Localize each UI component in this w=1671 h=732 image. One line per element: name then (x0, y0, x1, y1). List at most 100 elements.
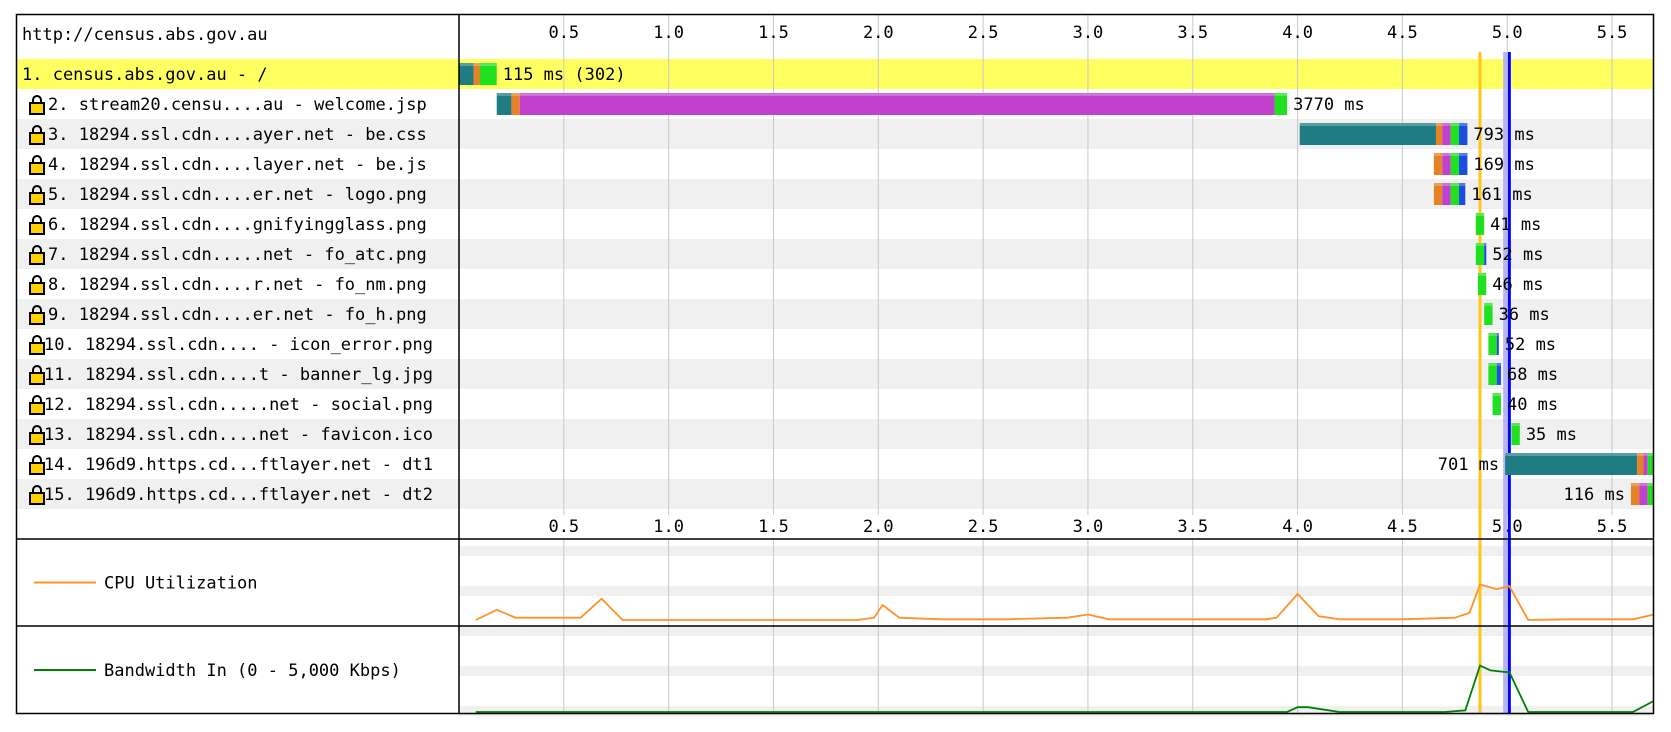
duration-label: 701 ms (1438, 455, 1499, 475)
duration-label: 46 ms (1492, 275, 1543, 295)
bar-segment-wait (1450, 183, 1460, 205)
lock-icon (32, 275, 42, 283)
bar-segment-download (1496, 333, 1499, 355)
bar-segment-shine (1450, 123, 1460, 126)
tick-label-bottom: 1.0 (653, 517, 684, 537)
bar-segment-shine (1433, 183, 1443, 186)
bar-segment-wait (1488, 363, 1497, 385)
tick-label-bottom: 2.0 (863, 517, 894, 537)
lock-icon-body (29, 132, 45, 145)
tick-label-top: 5.0 (1492, 23, 1523, 43)
lock-icon-body (29, 432, 45, 445)
bar-segment-dns (1505, 453, 1638, 475)
waterfall-chart: 0.5 0.5 1.0 1.0 1.5 1.5 2.0 2.0 2.5 2.5 3.0 3.0 3.5 3… (15, 13, 1655, 716)
bar-segment-shine (1643, 453, 1648, 456)
duration-label: 52 ms (1505, 335, 1556, 355)
lock-icon-body (29, 282, 45, 295)
graph-stripe (459, 626, 1654, 636)
bar-segment-wait (1475, 213, 1485, 235)
bar-segment-shine (1484, 243, 1487, 246)
tick-label-top: 4.5 (1387, 23, 1418, 43)
request-label: 8. 18294.ssl.cdn....r.net - fo_nm.png (48, 275, 427, 295)
bar-segment-shine (1442, 153, 1451, 156)
bar-segment-shine (496, 93, 512, 96)
bar-segment-shine (1459, 153, 1468, 156)
bar-segment-ssl (1442, 123, 1451, 145)
tick-label-top: 3.0 (1073, 23, 1104, 43)
bar-segment-download (1459, 183, 1466, 205)
bar-segment-shine (1475, 243, 1485, 246)
bar-segment-download (1459, 123, 1468, 145)
bar-segment-shine (473, 63, 480, 66)
bar-segment-shine (1484, 303, 1493, 306)
bar-segment-shine (1511, 423, 1520, 426)
request-label: 5. 18294.ssl.cdn....er.net - logo.png (48, 185, 427, 205)
request-label: 12. 18294.ssl.cdn.....net - social.png (44, 395, 433, 415)
bar-segment-shine (1450, 153, 1460, 156)
request-label: 13. 18294.ssl.cdn....net - favicon.ico (44, 425, 433, 445)
tick-label-bottom: 3.5 (1177, 517, 1208, 537)
request-label: 10. 18294.ssl.cdn.... - icon_error.png (44, 335, 433, 355)
tick-label-top: 1.5 (758, 23, 789, 43)
lock-icon (32, 395, 42, 403)
bar-segment-wait (1477, 273, 1487, 295)
lock-icon (32, 455, 42, 463)
request-label: 2. stream20.censu....au - welcome.jsp (48, 95, 427, 115)
bar-segment-dns (459, 63, 474, 85)
bar-segment-wait (1274, 93, 1288, 115)
bar-segment-shine (1639, 483, 1648, 486)
bar-segment-wait (1484, 303, 1493, 325)
bar-segment-shine (1488, 333, 1497, 336)
bar-segment-connect (1433, 183, 1443, 205)
tick-label-bottom: 1.5 (758, 517, 789, 537)
bar-segment-shine (1442, 123, 1451, 126)
request-label: 7. 18294.ssl.cdn.....net - fo_atc.png (48, 245, 427, 265)
bar-segment-shine (519, 93, 1275, 96)
duration-label: 52 ms (1492, 245, 1543, 265)
lock-icon-body (29, 402, 45, 415)
request-label: 11. 18294.ssl.cdn....t - banner_lg.jpg (44, 365, 433, 385)
lock-icon-body (29, 312, 45, 325)
bar-segment-ssl (1442, 153, 1451, 175)
tick-label-bottom: 5.0 (1492, 517, 1523, 537)
bar-segment-shine (1630, 483, 1640, 486)
lock-icon-body (29, 462, 45, 475)
bar-segment-shine (1433, 153, 1443, 156)
bar-segment-shine (1442, 183, 1451, 186)
bar-segment-shine (479, 63, 497, 66)
bar-segment-shine (1492, 393, 1501, 396)
lock-icon-body (29, 342, 45, 355)
bar-segment-connect (511, 93, 520, 115)
lock-icon-body (29, 102, 45, 115)
tick-label-bottom: 0.5 (548, 517, 579, 537)
bar-segment-connect (1435, 123, 1443, 145)
lock-icon (32, 215, 42, 223)
tick-label-top: 0.5 (548, 23, 579, 43)
duration-label: 116 ms (1564, 485, 1625, 505)
tick-label-top: 4.0 (1282, 23, 1313, 43)
bar-segment-connect (1433, 153, 1443, 175)
bar-segment-wait (1450, 153, 1460, 175)
tick-label-bottom: 5.5 (1597, 517, 1628, 537)
bar-segment-shine (1475, 213, 1485, 216)
bar-segment-download (1459, 153, 1468, 175)
graph-stripe (459, 546, 1654, 556)
bar-segment-wait (479, 63, 497, 85)
bar-segment-wait (1492, 393, 1501, 415)
duration-label: 36 ms (1499, 305, 1550, 325)
request-label: 14. 196d9.https.cd...ftlayer.net - dt1 (44, 455, 433, 475)
duration-label: 169 ms (1473, 155, 1534, 175)
duration-label: 40 ms (1507, 395, 1558, 415)
lock-icon-body (29, 252, 45, 265)
bar-segment-connect (473, 63, 480, 85)
bar-segment-shine (1637, 453, 1644, 456)
lock-icon (32, 335, 42, 343)
graph-stripe (459, 586, 1654, 596)
duration-label: 115 ms (302) (503, 65, 626, 85)
bar-segment-ssl (1639, 483, 1648, 505)
bar-segment-ssl (1442, 183, 1451, 205)
bandwidth-legend-label: Bandwidth In (0 - 5,000 Kbps) (104, 661, 401, 681)
bar-segment-shine (1459, 183, 1466, 186)
bar-segment-connect (1630, 483, 1640, 505)
tick-label-bottom: 3.0 (1073, 517, 1104, 537)
